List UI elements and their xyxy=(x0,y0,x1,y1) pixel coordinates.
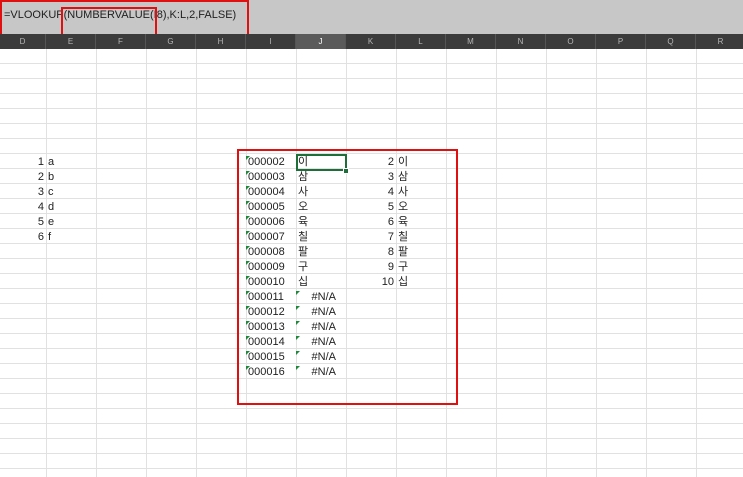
cell-e[interactable]: e xyxy=(48,215,88,230)
cell-j-error[interactable]: #N/A xyxy=(296,335,336,350)
cell-j[interactable]: 육 xyxy=(298,215,344,230)
cell-k[interactable]: 9 xyxy=(346,260,394,275)
cell-k[interactable]: 4 xyxy=(346,185,394,200)
column-header-m[interactable]: M xyxy=(446,34,496,49)
cell-l[interactable]: 구 xyxy=(398,260,444,275)
fill-handle[interactable] xyxy=(343,168,349,174)
cell-l[interactable]: 십 xyxy=(398,275,444,290)
cell-j-error[interactable]: #N/A xyxy=(296,305,336,320)
cell-l[interactable]: 칠 xyxy=(398,230,444,245)
cell-j[interactable]: 구 xyxy=(298,260,344,275)
cell-k[interactable]: 7 xyxy=(346,230,394,245)
column-header-d[interactable]: D xyxy=(0,34,46,49)
column-header-e[interactable]: E xyxy=(46,34,96,49)
cell-k[interactable]: 10 xyxy=(346,275,394,290)
cell-l[interactable]: 사 xyxy=(398,185,444,200)
cell-e[interactable]: b xyxy=(48,170,88,185)
cell-d[interactable]: 4 xyxy=(0,200,44,215)
cell-i[interactable]: 000014 xyxy=(248,335,294,350)
cell-j-error[interactable]: #N/A xyxy=(296,350,336,365)
cell-j[interactable]: 팔 xyxy=(298,245,344,260)
cell-i[interactable]: 000012 xyxy=(248,305,294,320)
cell-j-error[interactable]: #N/A xyxy=(296,365,336,380)
cell-d[interactable]: 5 xyxy=(0,215,44,230)
column-header-h[interactable]: H xyxy=(196,34,246,49)
cell-i[interactable]: 000008 xyxy=(248,245,294,260)
cell-l[interactable]: 이 xyxy=(398,155,444,170)
cell-l[interactable]: 삼 xyxy=(398,170,444,185)
cell-e[interactable]: c xyxy=(48,185,88,200)
column-header-g[interactable]: G xyxy=(146,34,196,49)
cell-i[interactable]: 000011 xyxy=(248,290,294,305)
cell-d[interactable]: 2 xyxy=(0,170,44,185)
cell-d[interactable]: 6 xyxy=(0,230,44,245)
cell-l[interactable]: 오 xyxy=(398,200,444,215)
cell-d[interactable]: 3 xyxy=(0,185,44,200)
cell-i[interactable]: 000009 xyxy=(248,260,294,275)
column-header-k[interactable]: K xyxy=(346,34,396,49)
cell-i[interactable]: 000013 xyxy=(248,320,294,335)
cell-e[interactable]: a xyxy=(48,155,88,170)
formula-bar[interactable]: =VLOOKUP(NUMBERVALUE(I8),K:L,2,FALSE) xyxy=(0,0,743,34)
column-header-q[interactable]: Q xyxy=(646,34,696,49)
cell-k[interactable]: 5 xyxy=(346,200,394,215)
cell-k[interactable]: 6 xyxy=(346,215,394,230)
column-header-j[interactable]: J xyxy=(296,34,346,49)
cell-i[interactable]: 000015 xyxy=(248,350,294,365)
cell-l[interactable]: 육 xyxy=(398,215,444,230)
cell-e[interactable]: d xyxy=(48,200,88,215)
cell-i[interactable]: 000016 xyxy=(248,365,294,380)
column-header-o[interactable]: O xyxy=(546,34,596,49)
cell-i[interactable]: 000004 xyxy=(248,185,294,200)
cell-i[interactable]: 000002 xyxy=(248,155,294,170)
cell-k[interactable]: 8 xyxy=(346,245,394,260)
cell-j[interactable]: 오 xyxy=(298,200,344,215)
cell-k[interactable]: 2 xyxy=(346,155,394,170)
cell-i[interactable]: 000005 xyxy=(248,200,294,215)
column-header-l[interactable]: L xyxy=(396,34,446,49)
column-header-p[interactable]: P xyxy=(596,34,646,49)
cell-i[interactable]: 000010 xyxy=(248,275,294,290)
column-header-f[interactable]: F xyxy=(96,34,146,49)
column-header-n[interactable]: N xyxy=(496,34,546,49)
cell-j[interactable]: 삼 xyxy=(298,170,344,185)
cell-i[interactable]: 000007 xyxy=(248,230,294,245)
cell-e[interactable]: f xyxy=(48,230,88,245)
cell-j[interactable]: 사 xyxy=(298,185,344,200)
cell-j-error[interactable]: #N/A xyxy=(296,320,336,335)
formula-text[interactable]: =VLOOKUP(NUMBERVALUE(I8),K:L,2,FALSE) xyxy=(4,9,236,21)
cell-i[interactable]: 000003 xyxy=(248,170,294,185)
column-header-r[interactable]: R xyxy=(696,34,743,49)
cell-j[interactable]: 칠 xyxy=(298,230,344,245)
column-header-row: DEFGHIJKLMNOPQR xyxy=(0,34,743,49)
cell-j[interactable]: 십 xyxy=(298,275,344,290)
cell-l[interactable]: 팔 xyxy=(398,245,444,260)
cell-k[interactable]: 3 xyxy=(346,170,394,185)
cell-j-error[interactable]: #N/A xyxy=(296,290,336,305)
cell-d[interactable]: 1 xyxy=(0,155,44,170)
active-cell-J8[interactable] xyxy=(296,154,347,171)
column-header-i[interactable]: I xyxy=(246,34,296,49)
cell-i[interactable]: 000006 xyxy=(248,215,294,230)
